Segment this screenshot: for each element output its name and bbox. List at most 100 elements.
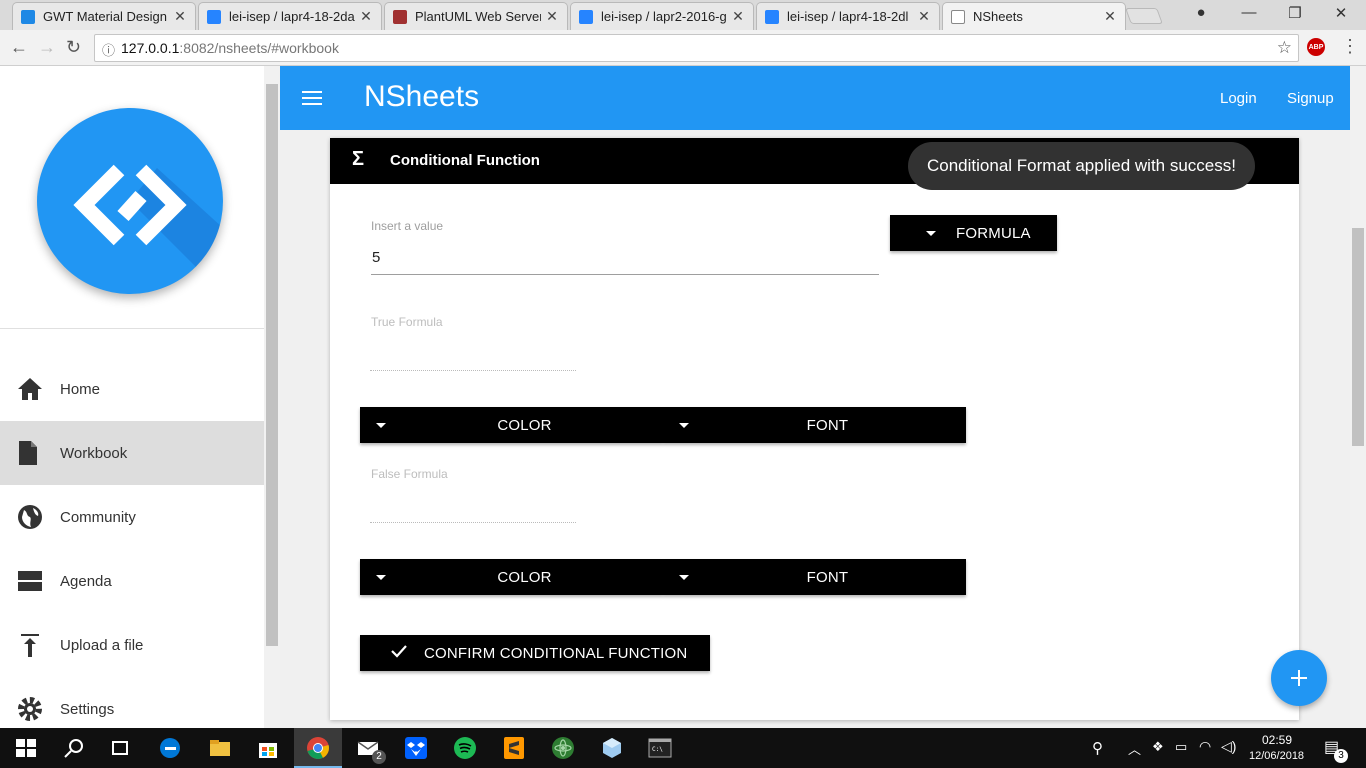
edge-icon[interactable] [158, 736, 182, 760]
windows-start-icon[interactable] [14, 736, 38, 760]
back-icon[interactable]: ← [10, 37, 28, 58]
minimize-button[interactable]: — [1234, 4, 1264, 21]
page-icon [951, 9, 965, 24]
virtualbox-icon[interactable] [600, 736, 624, 760]
caret-down-icon [679, 574, 689, 580]
reload-icon[interactable]: ↻ [66, 37, 81, 58]
gwt-logo-icon [21, 9, 35, 24]
close-tab-icon[interactable]: ✕ [731, 8, 745, 25]
sidebar-item-agenda[interactable]: Agenda [0, 549, 264, 613]
chrome-taskbar-button[interactable] [294, 728, 342, 768]
clock-time[interactable]: 02:59 [1262, 733, 1292, 747]
document-icon [0, 440, 60, 466]
close-window-button[interactable]: ✕ [1326, 4, 1356, 22]
caret-down-icon [376, 422, 386, 428]
sidebar-divider [0, 328, 264, 329]
adblock-extension-icon[interactable]: ABP [1307, 38, 1325, 56]
check-icon [390, 644, 408, 662]
browser-tab-active[interactable]: NSheets ✕ [942, 2, 1126, 30]
wifi-icon[interactable]: ◠ [1199, 738, 1211, 755]
terminal-icon[interactable]: C:\ [648, 736, 672, 760]
volume-icon[interactable]: ◁) [1221, 738, 1236, 755]
info-icon[interactable]: ⓘ [102, 40, 115, 59]
sidebar-item-home[interactable]: Home [0, 357, 264, 421]
sidebar-item-community[interactable]: Community [0, 485, 264, 549]
hamburger-menu-icon[interactable] [302, 90, 322, 106]
home-icon [0, 377, 60, 401]
browser-tab[interactable]: PlantUML Web Server ✕ [384, 2, 568, 30]
false-color-dropdown-button[interactable]: COLOR [360, 559, 663, 595]
atom-icon[interactable] [551, 736, 575, 760]
browser-tab-bar: GWT Material Design ✕ lei-isep / lapr4-1… [0, 0, 1366, 30]
battery-icon[interactable]: ▭ [1175, 739, 1187, 755]
mail-badge: 2 [372, 750, 386, 764]
sidebar-item-upload[interactable]: Upload a file [0, 613, 264, 677]
new-tab-button[interactable] [1125, 8, 1163, 24]
url-input[interactable]: ⓘ 127.0.0.1:8082/nsheets/#workbook ☆ [94, 34, 1299, 62]
close-tab-icon[interactable]: ✕ [545, 8, 559, 25]
dropbox-tray-icon[interactable]: ❖ [1152, 739, 1164, 755]
close-tab-icon[interactable]: ✕ [917, 8, 931, 25]
side-nav: Home Workbook Community Agenda Upload a … [0, 66, 264, 728]
windows-taskbar: 2 C:\ ⚲ ︿ ❖ ▭ ◠ ◁) 02:59 12/06/2018 ▤ 3 [0, 728, 1366, 768]
browser-menu-icon[interactable]: ⋮ [1341, 36, 1359, 57]
true-font-dropdown-button[interactable]: FONT [663, 407, 966, 443]
sigma-icon: Σ [352, 148, 365, 170]
sidebar-scrollbar-thumb[interactable] [266, 84, 278, 646]
chevron-up-icon[interactable]: ︿ [1128, 739, 1141, 758]
browser-tab[interactable]: GWT Material Design ✕ [12, 2, 196, 30]
maximize-button[interactable]: ❐ [1280, 4, 1310, 22]
profile-icon[interactable]: ● [1186, 4, 1216, 21]
svg-text:C:\: C:\ [652, 746, 663, 753]
globe-icon [0, 504, 60, 530]
agenda-icon [0, 570, 60, 592]
app-title: NSheets [364, 80, 480, 113]
spotify-icon[interactable] [453, 736, 477, 760]
close-tab-icon[interactable]: ✕ [359, 8, 373, 25]
signup-link[interactable]: Signup [1287, 90, 1334, 107]
chrome-icon [307, 737, 329, 759]
false-formula-label: False Formula [371, 467, 448, 481]
sublime-text-icon[interactable] [502, 736, 526, 760]
sidebar-item-workbook[interactable]: Workbook [0, 421, 264, 485]
app-bar: NSheets Login Signup [280, 66, 1350, 130]
success-toast: Conditional Format applied with success! [908, 142, 1255, 190]
page-scrollbar-thumb[interactable] [1352, 228, 1364, 446]
browser-tab[interactable]: lei-isep / lapr4-18-2da ✕ [198, 2, 382, 30]
formula-dropdown-button[interactable]: FORMULA [890, 215, 1057, 251]
false-font-dropdown-button[interactable]: FONT [663, 559, 966, 595]
add-fab-button[interactable] [1271, 650, 1327, 706]
people-icon[interactable]: ⚲ [1092, 739, 1103, 757]
forward-icon[interactable]: → [38, 37, 56, 58]
bitbucket-icon [579, 9, 593, 24]
close-tab-icon[interactable]: ✕ [1103, 8, 1117, 25]
login-link[interactable]: Login [1220, 90, 1257, 107]
true-formula-input[interactable] [370, 370, 576, 371]
caret-down-icon [926, 230, 936, 236]
store-icon[interactable] [256, 736, 280, 760]
true-formula-label: True Formula [371, 315, 443, 329]
upload-icon [0, 632, 60, 658]
gear-icon [0, 696, 60, 722]
app-logo [37, 108, 223, 294]
confirm-conditional-function-button[interactable]: CONFIRM CONDITIONAL FUNCTION [360, 635, 710, 671]
dropbox-icon[interactable] [404, 736, 428, 760]
close-tab-icon[interactable]: ✕ [173, 8, 187, 25]
value-input[interactable] [371, 240, 879, 275]
bookmark-star-icon[interactable]: ☆ [1277, 38, 1292, 58]
card-title: Conditional Function [390, 152, 540, 169]
bitbucket-icon [765, 9, 779, 24]
address-bar-row: ← → ↻ ⓘ 127.0.0.1:8082/nsheets/#workbook… [0, 30, 1366, 66]
clock-date[interactable]: 12/06/2018 [1249, 750, 1304, 762]
browser-tab[interactable]: lei-isep / lapr4-18-2dl ✕ [756, 2, 940, 30]
browser-tab[interactable]: lei-isep / lapr2-2016-g0 ✕ [570, 2, 754, 30]
plantuml-icon [393, 9, 407, 24]
search-icon[interactable] [62, 736, 86, 760]
true-color-dropdown-button[interactable]: COLOR [360, 407, 663, 443]
caret-down-icon [376, 574, 386, 580]
task-view-icon[interactable] [108, 736, 132, 760]
file-explorer-icon[interactable] [208, 736, 232, 760]
false-formula-input[interactable] [370, 522, 576, 523]
bitbucket-icon [207, 9, 221, 24]
value-label: Insert a value [371, 219, 444, 233]
